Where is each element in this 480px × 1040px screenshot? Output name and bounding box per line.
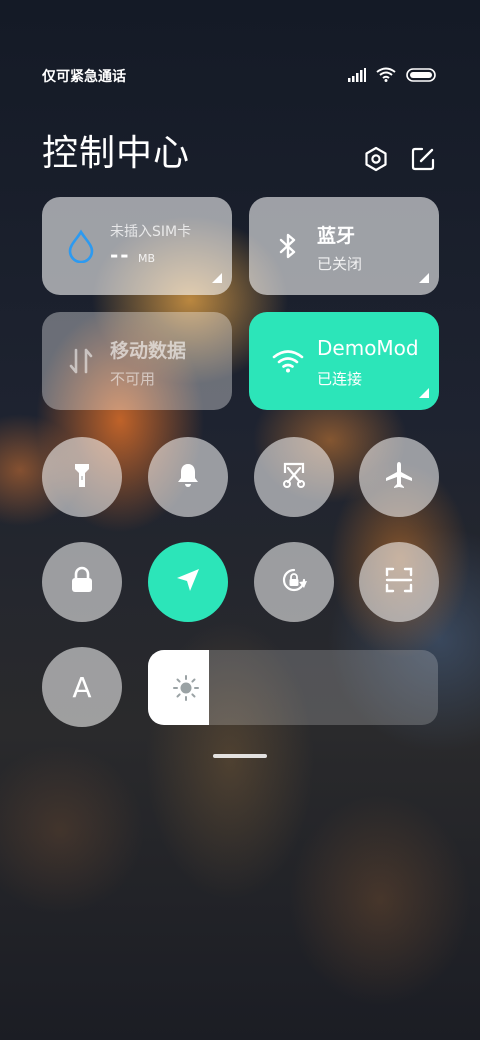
bell-icon <box>173 460 203 494</box>
bluetooth-label: 蓝牙 <box>317 225 356 247</box>
signal-icon <box>348 67 366 86</box>
expand-corner-icon <box>419 273 429 283</box>
expand-corner-icon <box>419 388 429 398</box>
data-usage-card[interactable]: 未插入SIM卡 -- MB <box>42 197 232 295</box>
screenshot-toggle[interactable] <box>254 437 334 517</box>
carrier-text: 仅可紧急通话 <box>42 69 126 85</box>
mobile-data-card[interactable]: 移动数据 不可用 <box>42 312 232 410</box>
bell-toggle[interactable] <box>148 437 228 517</box>
font-icon: A <box>72 670 92 704</box>
mobile-data-status: 不可用 <box>110 370 156 388</box>
expand-corner-icon <box>212 273 222 283</box>
bluetooth-status: 已关闭 <box>317 255 363 273</box>
data-arrows-icon <box>64 344 98 378</box>
font-size-toggle[interactable]: A <box>42 647 122 727</box>
status-icons <box>348 67 436 86</box>
bluetooth-icon <box>271 229 305 263</box>
wifi-card[interactable]: DemoMode 已连接 <box>249 312 439 410</box>
airplane-icon <box>384 460 414 494</box>
scissors-icon <box>279 460 309 494</box>
edit-icon[interactable] <box>410 146 436 172</box>
lock-toggle[interactable] <box>42 542 122 622</box>
airplane-toggle[interactable] <box>359 437 439 517</box>
bluetooth-card[interactable]: 蓝牙 已关闭 <box>249 197 439 295</box>
sim-status-text: 未插入SIM卡 <box>110 224 192 240</box>
rotation-lock-icon <box>278 564 310 600</box>
battery-icon <box>406 67 436 86</box>
brightness-slider[interactable] <box>148 650 438 725</box>
data-usage-unit: MB <box>138 252 156 265</box>
wifi-icon <box>376 67 396 86</box>
scanner-icon <box>384 565 414 599</box>
settings-icon[interactable] <box>363 146 389 172</box>
status-bar: 仅可紧急通话 <box>42 64 436 88</box>
wifi-icon <box>271 344 305 378</box>
scanner-toggle[interactable] <box>359 542 439 622</box>
drop-icon <box>64 229 98 264</box>
flashlight-toggle[interactable] <box>42 437 122 517</box>
page-title: 控制中心 <box>42 133 191 174</box>
wifi-status: 已连接 <box>317 370 363 388</box>
location-toggle[interactable] <box>148 542 228 622</box>
mobile-data-label: 移动数据 <box>110 340 187 362</box>
rotation-lock-toggle[interactable] <box>254 542 334 622</box>
flashlight-icon <box>67 460 97 494</box>
lock-icon <box>67 565 97 599</box>
location-icon <box>173 565 203 599</box>
wifi-network-name: DemoMode <box>317 336 419 360</box>
home-indicator[interactable] <box>213 754 267 758</box>
sun-icon <box>172 674 200 702</box>
data-usage-value: -- <box>110 243 131 267</box>
